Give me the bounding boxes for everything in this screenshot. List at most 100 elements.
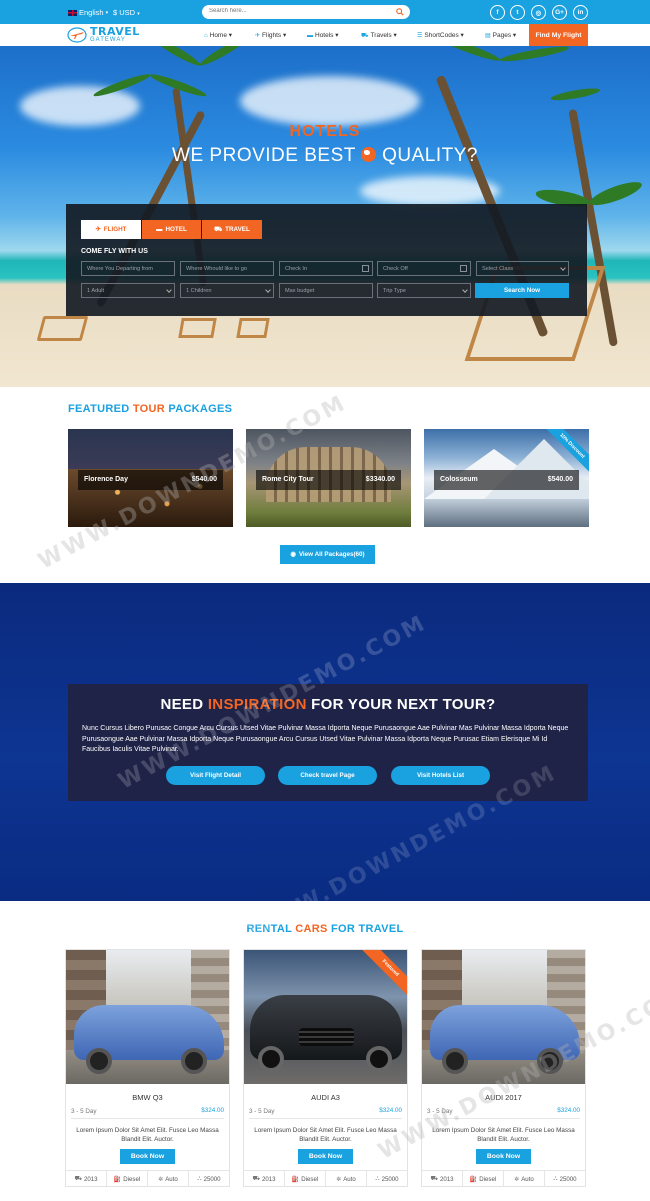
tour-price: $540.00 <box>547 476 573 483</box>
rental-days: 3 - 5 Day <box>427 1108 453 1115</box>
logo-subtitle: GATEWAY <box>90 36 126 43</box>
spec-value: 2013 <box>262 1175 276 1183</box>
car-card[interactable]: BMW Q3 3 - 5 Day $324.00 Lorem Ipsum Dol… <box>65 949 230 1187</box>
hero-subtitle: HOTELS <box>289 123 361 140</box>
check-off-field[interactable]: Check Off <box>377 261 471 276</box>
spec-value: Auto <box>165 1175 178 1183</box>
car-specs: ⛟ 2013 ⛽ Diesel ✲ Auto ⛬ 25000 <box>422 1170 585 1186</box>
language-selector[interactable]: English ▾ <box>68 8 108 17</box>
book-now-button[interactable]: Book Now <box>298 1149 353 1164</box>
fuel-icon: ⛽ <box>113 1176 122 1183</box>
tab-travel[interactable]: ⛟ TRAVEL <box>202 220 262 239</box>
car-icon: ⛟ <box>361 33 369 39</box>
tab-label: FLIGHT <box>103 226 127 233</box>
tab-flight[interactable]: ✈ FLIGHT <box>81 220 141 239</box>
nav-item-label: Flights <box>262 32 282 39</box>
chevron-down-icon <box>166 287 172 293</box>
visit-hotels-list-button[interactable]: Visit Hotels List <box>391 766 490 785</box>
departing-from-field[interactable]: Where You Departing from <box>81 261 175 276</box>
chevron-down-icon <box>560 265 566 271</box>
logo[interactable]: TRAVEL GATEWAY <box>67 26 140 44</box>
divider <box>249 1118 402 1119</box>
twitter-icon[interactable]: t <box>510 5 525 20</box>
search-input[interactable] <box>209 8 389 14</box>
linkedin-icon[interactable]: in <box>573 5 588 20</box>
select-class-dropdown[interactable]: Select Class <box>476 261 569 276</box>
title-part: INSPIRATION <box>207 696 307 713</box>
spec-value: 25000 <box>203 1175 221 1183</box>
beach-chair <box>236 318 270 338</box>
children-dropdown[interactable]: 1 Children <box>180 283 274 298</box>
button-label: View All Packages(60) <box>298 551 365 558</box>
car-card[interactable]: AUDI 2017 3 - 5 Day $324.00 Lorem Ipsum … <box>421 949 586 1187</box>
book-now-button[interactable]: Book Now <box>476 1149 531 1164</box>
tour-card[interactable]: Florence Day $540.00 <box>68 429 233 527</box>
title-part: NEED <box>160 696 204 713</box>
spec-transmission: ✲ Auto <box>504 1171 545 1186</box>
palm-frond <box>550 86 601 103</box>
tab-hotel[interactable]: ▬ HOTEL <box>142 220 201 239</box>
palm-frond <box>150 46 202 69</box>
beach-chair <box>178 318 217 338</box>
file-icon: ▤ <box>485 33 491 39</box>
nav-item-shortcodes[interactable]: ☰ ShortCodes ▾ <box>417 31 464 39</box>
plane-logo-icon <box>67 27 87 43</box>
hero-banner: HOTELS WE PROVIDE BEST QUALITY? ✈ FLIGHT … <box>0 46 650 387</box>
title-part: FEATURED <box>68 403 130 415</box>
car-card[interactable]: Featured AUDI A3 3 - 5 Day $324.00 Lorem… <box>243 949 408 1187</box>
field-placeholder: Select Class <box>482 265 514 272</box>
spec-mileage: ⛬ 25000 <box>545 1171 585 1186</box>
currency-selector[interactable]: $ USD ▾ <box>113 8 140 17</box>
book-now-button[interactable]: Book Now <box>120 1149 175 1164</box>
bed-icon: ▬ <box>156 226 163 233</box>
car-icon: ⛟ <box>214 225 223 233</box>
title-part: RENTAL <box>246 923 292 935</box>
visit-flight-detail-button[interactable]: Visit Flight Detail <box>166 766 265 785</box>
search-box <box>202 5 410 19</box>
nav-item-home[interactable]: ⌂ Home ▾ <box>204 31 232 39</box>
spec-value: Auto <box>343 1175 356 1183</box>
title-part: TOUR <box>132 403 166 415</box>
gear-icon: ✲ <box>336 1176 342 1183</box>
skype-icon[interactable]: ◎ <box>531 5 546 20</box>
tab-label: HOTEL <box>165 226 187 233</box>
language-label: English <box>79 8 104 17</box>
search-now-button[interactable]: Search Now <box>475 283 569 298</box>
chevron-down-icon: ▾ <box>137 11 140 17</box>
spec-year: ⛟ 2013 <box>244 1171 285 1186</box>
divider <box>71 1118 224 1119</box>
google-plus-icon[interactable]: G+ <box>552 5 567 20</box>
inspiration-box: NEED INSPIRATION FOR YOUR NEXT TOUR? Nun… <box>68 684 588 801</box>
car-specs: ⛟ 2013 ⛽ Diesel ✲ Auto ⛬ 25000 <box>66 1170 229 1186</box>
nav-item-travels[interactable]: ⛟ Travels ▾ <box>361 31 397 40</box>
facebook-icon[interactable]: f <box>490 5 505 20</box>
nav-item-hotels[interactable]: ▬ Hotels ▾ <box>307 31 339 39</box>
search-icon[interactable] <box>396 8 404 16</box>
nav-item-label: Hotels <box>315 32 334 39</box>
cloud <box>20 86 140 126</box>
adults-dropdown[interactable]: 1 Adult <box>81 283 175 298</box>
check-travel-page-button[interactable]: Check travel Page <box>278 766 377 785</box>
tour-card[interactable]: Colosseum $540.00 10% Discount <box>424 429 589 527</box>
trip-type-dropdown[interactable]: Trip Type <box>377 283 471 298</box>
nav-item-pages[interactable]: ▤ Pages ▾ <box>485 31 516 39</box>
find-my-flight-button[interactable]: Find My Flight <box>529 24 588 46</box>
max-budget-field[interactable]: Max budget <box>279 283 373 298</box>
nav-item-label: Home <box>209 32 227 39</box>
field-placeholder: Check In <box>285 265 308 272</box>
spec-value: 25000 <box>559 1175 577 1183</box>
destination-field[interactable]: Where Whould like to go <box>180 261 274 276</box>
car-description: Lorem Ipsum Dolor Sit Amet Elit. Fusce L… <box>432 1127 575 1143</box>
view-all-packages-button[interactable]: ◉ View All Packages(60) <box>280 545 375 564</box>
hero-title-part: QUALITY? <box>382 145 478 166</box>
tour-card[interactable]: Rome City Tour $3340.00 <box>246 429 411 527</box>
tour-price: $540.00 <box>191 476 217 483</box>
spec-fuel: ⛽ Diesel <box>285 1171 326 1186</box>
car-name: AUDI 2017 <box>485 1093 522 1102</box>
divider <box>427 1118 580 1119</box>
calendar-icon <box>460 265 467 272</box>
tour-info-bar: Rome City Tour $3340.00 <box>256 470 401 490</box>
car-image <box>66 950 229 1084</box>
check-in-field[interactable]: Check In <box>279 261 373 276</box>
nav-item-flights[interactable]: ✈ Flights ▾ <box>255 31 286 39</box>
